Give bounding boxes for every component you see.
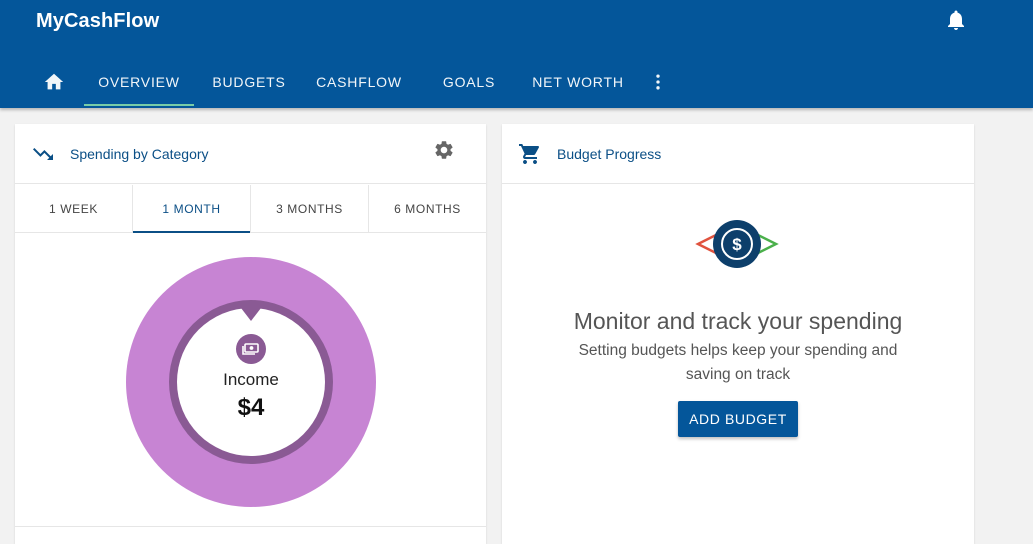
nav-overview-label: OVERVIEW — [98, 74, 180, 90]
nav-overview[interactable]: OVERVIEW — [84, 58, 194, 106]
donut-center: Income $4 — [123, 254, 379, 510]
budget-card-header: Budget Progress — [502, 124, 974, 184]
card-divider — [15, 526, 486, 527]
money-icon — [236, 334, 266, 364]
app-bar: MyCashFlow OVERVIEW BUDGETS CASHFLOW GOA… — [0, 0, 1033, 108]
app-title: MyCashFlow — [36, 10, 160, 32]
period-tabs: 1 WEEK 1 MONTH 3 MONTHS 6 MONTHS — [15, 185, 486, 233]
nav-net-worth-label: NET WORTH — [532, 74, 624, 90]
spending-card: Spending by Category 1 WEEK 1 MONTH 3 MO… — [15, 124, 486, 544]
tab-3-months[interactable]: 3 MONTHS — [251, 185, 369, 232]
dollar-circle-icon: $ — [695, 220, 779, 268]
nav-budgets[interactable]: BUDGETS — [206, 58, 292, 106]
svg-text:$: $ — [732, 235, 742, 254]
tab-1-week[interactable]: 1 WEEK — [15, 185, 133, 232]
trending-down-icon — [33, 148, 53, 160]
budget-card: Budget Progress $ Monitor and track your… — [502, 124, 974, 544]
nav-cashflow[interactable]: CASHFLOW — [306, 58, 412, 106]
spending-donut[interactable]: Income $4 — [123, 254, 379, 510]
nav-home[interactable] — [40, 58, 68, 106]
main-nav: OVERVIEW BUDGETS CASHFLOW GOALS NET WORT… — [0, 58, 1033, 108]
nav-net-worth[interactable]: NET WORTH — [525, 58, 631, 106]
home-icon — [44, 73, 64, 90]
donut-label: Income — [223, 370, 279, 389]
bell-icon[interactable] — [944, 8, 968, 32]
tab-1-month[interactable]: 1 MONTH — [133, 185, 251, 233]
tab-6-months[interactable]: 6 MONTHS — [369, 185, 486, 232]
spending-card-header: Spending by Category — [15, 124, 486, 184]
nav-goals[interactable]: GOALS — [432, 58, 506, 106]
budget-empty-heading: Monitor and track your spending — [573, 308, 903, 334]
gear-icon[interactable] — [433, 139, 455, 161]
cart-icon — [519, 144, 540, 164]
nav-more[interactable] — [646, 58, 670, 106]
nav-cashflow-label: CASHFLOW — [316, 74, 402, 90]
nav-goals-label: GOALS — [442, 74, 496, 90]
budget-empty-subtext: Setting budgets helps keep your spending… — [578, 342, 898, 383]
nav-budgets-label: BUDGETS — [212, 74, 286, 90]
add-budget-button[interactable]: ADD BUDGET — [678, 401, 798, 437]
budget-card-title: Budget Progress — [557, 146, 662, 162]
more-vert-icon — [656, 74, 660, 90]
spending-card-title: Spending by Category — [70, 146, 209, 162]
donut-value: $4 — [237, 394, 265, 421]
